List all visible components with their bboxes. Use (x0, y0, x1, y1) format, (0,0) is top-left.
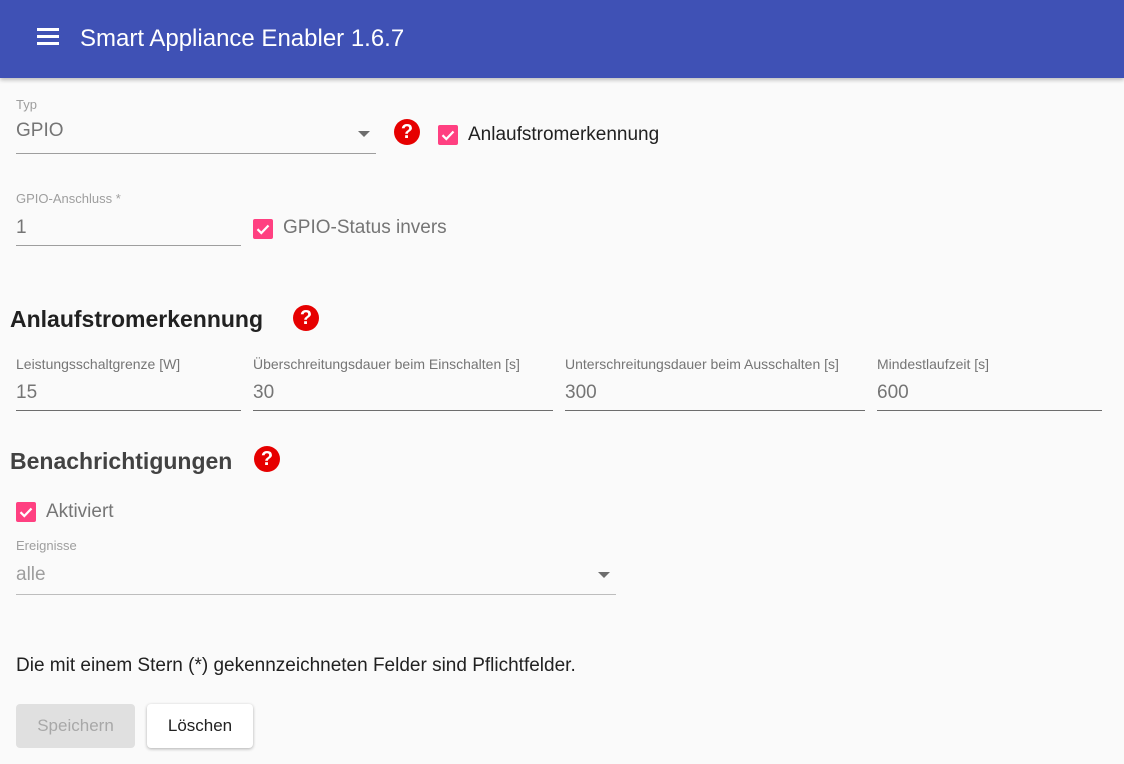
dropdown-arrow-icon (598, 572, 610, 578)
events-select[interactable]: Ereignisse alle (16, 538, 616, 596)
field-underline (565, 410, 865, 411)
typ-label: Typ (16, 97, 37, 112)
startup-section-title: Anlaufstromerkennung (10, 306, 264, 332)
save-button[interactable]: Speichern (16, 704, 135, 748)
power-threshold-input[interactable]: Leistungsschaltgrenze [W] 15 (16, 356, 241, 414)
events-label: Ereignisse (16, 538, 77, 553)
field-value: 30 (253, 382, 275, 403)
field-underline (16, 410, 241, 411)
field-value: 300 (565, 382, 597, 403)
check-icon (441, 130, 455, 141)
help-icon[interactable]: ? (254, 446, 280, 472)
notifications-activated-checkbox[interactable] (16, 502, 36, 522)
switch-on-duration-input[interactable]: Überschreitungsdauer beim Einschalten [s… (253, 356, 553, 414)
gpio-port-value: 1 (16, 217, 27, 238)
events-underline (16, 594, 616, 595)
startup-current-label: Anlaufstromerkennung (468, 124, 660, 145)
field-value: 600 (877, 382, 909, 403)
typ-value: GPIO (16, 120, 64, 141)
field-label: Überschreitungsdauer beim Einschalten [s… (253, 356, 520, 372)
field-label: Mindestlaufzeit [s] (877, 356, 990, 372)
typ-underline (16, 153, 376, 154)
help-icon[interactable]: ? (394, 119, 420, 145)
notifications-activated-label: Aktiviert (46, 501, 114, 522)
delete-button[interactable]: Löschen (147, 704, 253, 748)
gpio-port-input[interactable]: GPIO-Anschluss * 1 (16, 191, 241, 249)
gpio-inverted-label: GPIO-Status invers (283, 217, 447, 238)
typ-select[interactable]: Typ GPIO (16, 97, 376, 155)
field-underline (877, 410, 1102, 411)
events-value: alle (16, 564, 46, 585)
app-title: Smart Appliance Enabler 1.6.7 (80, 25, 405, 52)
required-fields-note: Die mit einem Stern (*) gekennzeichneten… (16, 655, 576, 676)
app-toolbar: Smart Appliance Enabler 1.6.7 (0, 0, 1124, 78)
startup-current-checkbox[interactable] (438, 125, 458, 145)
dropdown-arrow-icon (358, 131, 370, 137)
check-icon (19, 507, 33, 518)
menu-icon[interactable] (34, 26, 62, 48)
field-label: Leistungsschaltgrenze [W] (16, 356, 181, 372)
gpio-port-label: GPIO-Anschluss * (16, 191, 121, 206)
field-label: Unterschreitungsdauer beim Ausschalten [… (565, 356, 839, 372)
gpio-port-underline (16, 245, 241, 246)
gpio-inverted-checkbox[interactable] (253, 219, 273, 239)
field-underline (253, 410, 553, 411)
min-runtime-input[interactable]: Mindestlaufzeit [s] 600 (877, 356, 1102, 414)
notifications-section-title: Benachrichtigungen (10, 448, 233, 474)
check-icon (256, 224, 270, 235)
switch-off-duration-input[interactable]: Unterschreitungsdauer beim Ausschalten [… (565, 356, 865, 414)
field-value: 15 (16, 382, 38, 403)
help-icon[interactable]: ? (293, 305, 319, 331)
